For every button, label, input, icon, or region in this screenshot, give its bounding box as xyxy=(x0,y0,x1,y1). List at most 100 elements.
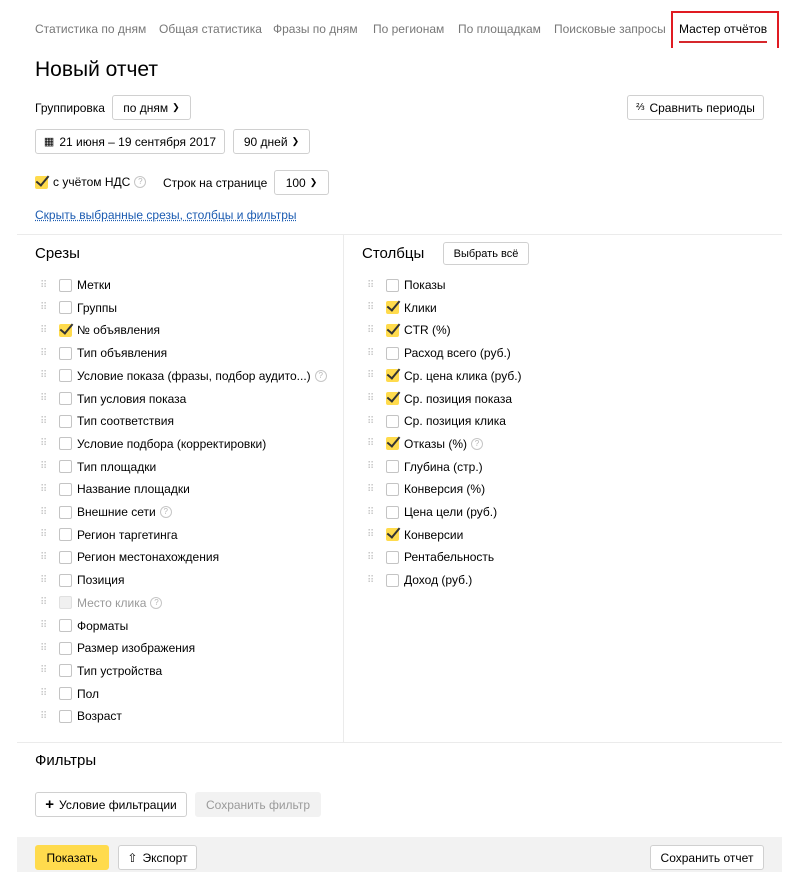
drag-handle-icon[interactable]: ⠿ xyxy=(40,370,50,381)
drag-handle-icon[interactable]: ⠿ xyxy=(367,325,377,336)
save-report-button[interactable]: Сохранить отчет xyxy=(650,845,764,870)
column-row[interactable]: ⠿ Расход всего (руб.) xyxy=(367,344,511,362)
column-row[interactable]: ⠿ Доход (руб.) xyxy=(367,571,472,589)
column-checkbox[interactable] xyxy=(386,528,399,542)
drag-handle-icon[interactable]: ⠿ xyxy=(40,552,50,563)
help-icon[interactable]: ? xyxy=(159,506,172,518)
help-icon[interactable]: ? xyxy=(134,176,147,188)
column-checkbox[interactable] xyxy=(386,392,399,405)
select-all-button[interactable]: Выбрать всё xyxy=(443,242,529,265)
column-checkbox[interactable] xyxy=(386,482,399,496)
slice-checkbox[interactable] xyxy=(59,550,72,564)
slice-checkbox[interactable] xyxy=(59,528,72,542)
slice-row[interactable]: ⠿ Внешние сети? xyxy=(40,503,172,521)
drag-handle-icon[interactable]: ⠿ xyxy=(40,643,50,654)
column-row[interactable]: ⠿ Отказы (%)? xyxy=(367,435,484,453)
column-row[interactable]: ⠿ Ср. цена клика (руб.) xyxy=(367,367,522,385)
column-checkbox[interactable] xyxy=(386,437,399,451)
slice-row[interactable]: ⠿ Место клика? xyxy=(40,594,163,612)
column-row[interactable]: ⠿ CTR (%) xyxy=(367,321,451,339)
slice-row[interactable]: ⠿ Условие показа (фразы, подбор аудито...… xyxy=(40,367,327,385)
drag-handle-icon[interactable]: ⠿ xyxy=(40,393,50,404)
drag-handle-icon[interactable]: ⠿ xyxy=(40,597,50,608)
column-row[interactable]: ⠿ Цена цели (руб.) xyxy=(367,503,497,521)
drag-handle-icon[interactable]: ⠿ xyxy=(367,484,377,495)
slice-row[interactable]: ⠿ Тип соответствия xyxy=(40,412,174,430)
column-checkbox[interactable] xyxy=(386,369,399,383)
slice-checkbox[interactable] xyxy=(59,619,72,632)
export-button[interactable]: ⇧ Экспорт xyxy=(118,845,197,870)
slice-checkbox[interactable] xyxy=(59,687,72,701)
column-row[interactable]: ⠿ Показы xyxy=(367,276,445,294)
drag-handle-icon[interactable]: ⠿ xyxy=(40,575,50,586)
slice-row[interactable]: ⠿ Название площадки xyxy=(40,480,190,498)
slice-checkbox[interactable] xyxy=(59,414,72,428)
slice-row[interactable]: ⠿ Группы xyxy=(40,299,117,317)
tab-search-queries[interactable]: Поисковые запросы xyxy=(554,22,666,36)
slice-checkbox[interactable] xyxy=(59,641,72,655)
column-checkbox[interactable] xyxy=(386,573,399,587)
drag-handle-icon[interactable]: ⠿ xyxy=(367,461,377,472)
tab-by-regions[interactable]: По регионам xyxy=(373,22,444,36)
slice-row[interactable]: ⠿ Тип условия показа xyxy=(40,390,186,408)
slice-checkbox[interactable] xyxy=(59,369,72,383)
drag-handle-icon[interactable]: ⠿ xyxy=(40,325,50,336)
column-checkbox[interactable] xyxy=(386,505,399,519)
slice-row[interactable]: ⠿ Тип площадки xyxy=(40,458,156,476)
slice-checkbox[interactable] xyxy=(59,573,72,587)
slice-checkbox[interactable] xyxy=(59,278,72,292)
drag-handle-icon[interactable]: ⠿ xyxy=(40,688,50,699)
slice-checkbox[interactable] xyxy=(59,392,72,405)
drag-handle-icon[interactable]: ⠿ xyxy=(40,620,50,631)
slice-row[interactable]: ⠿ Форматы xyxy=(40,617,128,635)
tab-general-stats[interactable]: Общая статистика xyxy=(159,22,262,36)
slice-checkbox[interactable] xyxy=(59,323,72,337)
slice-row[interactable]: ⠿ Размер изображения xyxy=(40,639,195,657)
column-row[interactable]: ⠿ Конверсия (%) xyxy=(367,480,485,498)
tab-daily-stats[interactable]: Статистика по дням xyxy=(35,22,146,36)
add-filter-condition-button[interactable]: + Условие фильтрации xyxy=(35,792,187,817)
column-checkbox[interactable] xyxy=(386,414,399,428)
drag-handle-icon[interactable]: ⠿ xyxy=(367,438,377,449)
slice-checkbox[interactable] xyxy=(59,346,72,360)
drag-handle-icon[interactable]: ⠿ xyxy=(367,302,377,313)
slice-checkbox[interactable] xyxy=(59,301,72,315)
vat-checkbox-row[interactable]: с учётом НДС ? xyxy=(35,173,147,191)
hide-selection-link[interactable]: Скрыть выбранные срезы, столбцы и фильтр… xyxy=(35,208,297,222)
slice-row[interactable]: ⠿ Пол xyxy=(40,685,99,703)
show-button[interactable]: Показать xyxy=(35,845,109,870)
column-checkbox[interactable] xyxy=(386,278,399,292)
column-row[interactable]: ⠿ Глубина (стр.) xyxy=(367,458,483,476)
drag-handle-icon[interactable]: ⠿ xyxy=(40,711,50,722)
drag-handle-icon[interactable]: ⠿ xyxy=(40,438,50,449)
compare-periods-button[interactable]: ⅔ Сравнить периоды xyxy=(627,95,764,120)
period-select[interactable]: 90 дней ❯ xyxy=(233,129,310,154)
drag-handle-icon[interactable]: ⠿ xyxy=(40,507,50,518)
grouping-select[interactable]: по дням ❯ xyxy=(112,95,191,120)
column-row[interactable]: ⠿ Конверсии xyxy=(367,526,463,544)
drag-handle-icon[interactable]: ⠿ xyxy=(40,665,50,676)
drag-handle-icon[interactable]: ⠿ xyxy=(367,416,377,427)
column-row[interactable]: ⠿ Ср. позиция клика xyxy=(367,412,506,430)
date-range-picker[interactable]: ▦ 21 июня – 19 сентября 2017 xyxy=(35,129,225,154)
slice-checkbox[interactable] xyxy=(59,460,72,474)
vat-checkbox[interactable] xyxy=(35,175,48,189)
drag-handle-icon[interactable]: ⠿ xyxy=(367,393,377,404)
slice-checkbox[interactable] xyxy=(59,709,72,723)
help-icon[interactable]: ? xyxy=(471,437,484,450)
column-row[interactable]: ⠿ Ср. позиция показа xyxy=(367,390,512,408)
slice-checkbox[interactable] xyxy=(59,482,72,496)
slice-row[interactable]: ⠿ Регион местонахождения xyxy=(40,548,219,566)
slice-checkbox[interactable] xyxy=(59,505,72,519)
tab-phrases-by-day[interactable]: Фразы по дням xyxy=(273,22,358,36)
drag-handle-icon[interactable]: ⠿ xyxy=(40,280,50,291)
column-checkbox[interactable] xyxy=(386,550,399,564)
slice-row[interactable]: ⠿ Тип устройства xyxy=(40,662,162,680)
column-row[interactable]: ⠿ Клики xyxy=(367,299,437,317)
help-icon[interactable]: ? xyxy=(314,369,327,382)
drag-handle-icon[interactable]: ⠿ xyxy=(367,552,377,563)
save-filter-button[interactable]: Сохранить фильтр xyxy=(195,792,321,817)
drag-handle-icon[interactable]: ⠿ xyxy=(367,529,377,540)
column-checkbox[interactable] xyxy=(386,301,399,315)
drag-handle-icon[interactable]: ⠿ xyxy=(40,461,50,472)
